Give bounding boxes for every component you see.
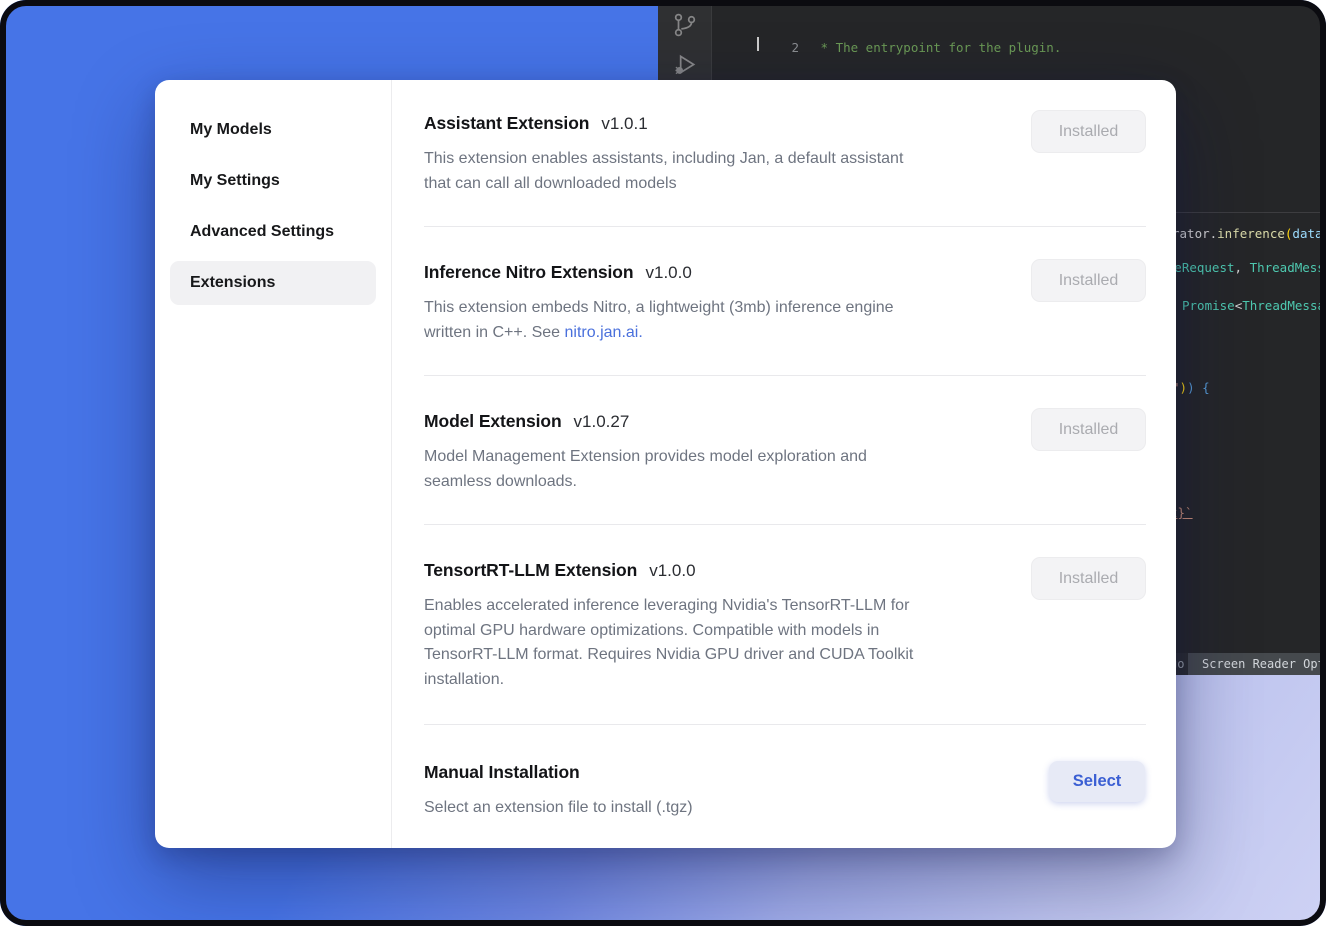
extension-name: Inference Nitro Extension bbox=[424, 259, 634, 285]
extension-row-inference-nitro: Inference Nitro Extension v1.0.0 This ex… bbox=[424, 227, 1146, 376]
editor-divider bbox=[1176, 212, 1326, 213]
text-cursor bbox=[757, 37, 759, 51]
sidebar-item-my-models[interactable]: My Models bbox=[170, 108, 376, 152]
screenshot-canvas: 2 * The entrypoint for the plugin. 3 */ … bbox=[0, 0, 1326, 926]
extension-name: Assistant Extension bbox=[424, 110, 589, 136]
extension-version: v1.0.0 bbox=[646, 260, 692, 286]
installed-button[interactable]: Installed bbox=[1031, 408, 1146, 451]
code-fragment: rator.inference(data)); bbox=[1172, 225, 1326, 242]
extension-description: This extension embeds Nitro, a lightweig… bbox=[424, 296, 1044, 345]
sidebar-item-extensions[interactable]: Extensions bbox=[170, 261, 376, 305]
extension-name: TensortRT-LLM Extension bbox=[424, 557, 637, 583]
nitro-jan-ai-link[interactable]: nitro.jan.ai. bbox=[565, 324, 643, 341]
extension-row-model: Model Extension v1.0.27 Model Management… bbox=[424, 376, 1146, 525]
sidebar-item-advanced-settings[interactable]: Advanced Settings bbox=[170, 210, 376, 254]
code-text: * The entrypoint for the plugin. bbox=[813, 40, 1061, 55]
manual-installation-description: Select an extension file to install (.tg… bbox=[424, 796, 1044, 821]
settings-modal: My Models My Settings Advanced Settings … bbox=[155, 80, 1176, 848]
screen-reader-status-item[interactable]: Screen Reader Optimized bbox=[1188, 653, 1326, 675]
extension-description: Model Management Extension provides mode… bbox=[424, 445, 1044, 494]
extension-row-tensorrt-llm: TensortRT-LLM Extension v1.0.0 Enables a… bbox=[424, 525, 1146, 725]
manual-installation-title: Manual Installation bbox=[424, 759, 1146, 785]
extension-row-assistant: Assistant Extension v1.0.1 This extensio… bbox=[424, 102, 1146, 227]
sidebar-item-my-settings[interactable]: My Settings bbox=[170, 159, 376, 203]
extension-version: v1.0.27 bbox=[574, 409, 630, 435]
extension-name: Model Extension bbox=[424, 408, 562, 434]
extensions-list: Assistant Extension v1.0.1 This extensio… bbox=[392, 80, 1176, 848]
source-control-icon[interactable] bbox=[672, 12, 698, 38]
code-line: 2 * The entrypoint for the plugin. bbox=[713, 39, 1326, 56]
extension-description: Enables accelerated inference leveraging… bbox=[424, 594, 1044, 692]
manual-installation-row: Manual Installation Select an extension … bbox=[424, 725, 1146, 843]
extension-version: v1.0.1 bbox=[601, 111, 647, 137]
extension-description: This extension enables assistants, inclu… bbox=[424, 147, 1044, 196]
settings-sidebar: My Models My Settings Advanced Settings … bbox=[155, 80, 392, 848]
code-fragment: Promise<ThreadMessage> bbox=[1182, 297, 1326, 314]
installed-button[interactable]: Installed bbox=[1031, 557, 1146, 600]
code-fragment: ")) { bbox=[1172, 379, 1210, 396]
run-debug-icon[interactable] bbox=[672, 52, 698, 78]
sidebar-item-label: Advanced Settings bbox=[190, 223, 334, 241]
line-number: 2 bbox=[713, 39, 799, 56]
section-title: Manual Installation bbox=[424, 759, 580, 785]
sidebar-item-label: My Models bbox=[190, 121, 272, 139]
sidebar-item-label: Extensions bbox=[190, 274, 275, 292]
extension-version: v1.0.0 bbox=[649, 558, 695, 584]
installed-button[interactable]: Installed bbox=[1031, 259, 1146, 302]
sidebar-item-label: My Settings bbox=[190, 172, 280, 190]
installed-button[interactable]: Installed bbox=[1031, 110, 1146, 153]
select-file-button[interactable]: Select bbox=[1049, 761, 1145, 802]
screen-reader-status-label: Screen Reader Optimized bbox=[1202, 657, 1326, 671]
